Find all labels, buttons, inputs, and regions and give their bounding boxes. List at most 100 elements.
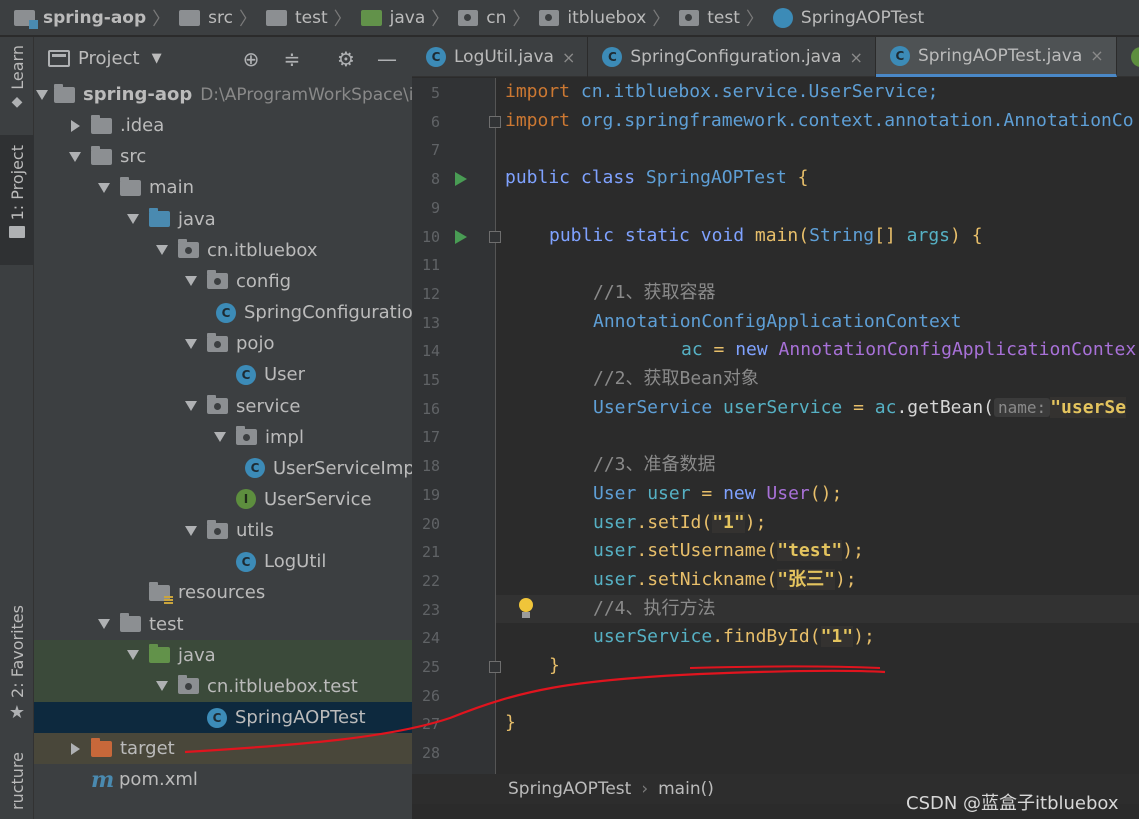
tree-node-cn-itbluebox[interactable]: cn.itbluebox bbox=[34, 235, 412, 266]
tree-node-java[interactable]: java bbox=[34, 639, 412, 671]
code-area[interactable]: import cn.itbluebox.service.UserService;… bbox=[505, 78, 1139, 783]
breadcrumb-item[interactable]: SpringAOPTest bbox=[772, 0, 924, 35]
chevron-right-icon bbox=[70, 119, 80, 132]
breadcrumb-item[interactable]: cn bbox=[458, 0, 507, 35]
tree-node-java[interactable]: java bbox=[34, 204, 412, 235]
class-name: AnnotationConfigApplicationContex bbox=[767, 339, 1137, 361]
expand-arrow[interactable] bbox=[181, 521, 201, 541]
expand-arrow[interactable] bbox=[36, 85, 48, 105]
chevron-down-icon bbox=[185, 401, 197, 411]
public-keyword: public bbox=[549, 224, 615, 246]
tree-node-label: pom.xml bbox=[119, 769, 198, 791]
breadcrumb-method[interactable]: main() bbox=[658, 779, 714, 799]
tree-node-src[interactable]: src bbox=[34, 141, 412, 172]
fold-marker-icon[interactable] bbox=[489, 115, 501, 128]
class-icon: C bbox=[245, 458, 265, 479]
expand-arrow[interactable] bbox=[94, 614, 114, 634]
tab-logutil-java[interactable]: C LogUtil.java × bbox=[412, 37, 589, 77]
tab-springaoptest-java[interactable]: C SpringAOPTest.java × bbox=[875, 37, 1117, 77]
breadcrumb-item[interactable]: src bbox=[179, 0, 233, 35]
tree-node-impl[interactable]: impl bbox=[34, 422, 412, 453]
tree-node-target[interactable]: target bbox=[34, 733, 412, 765]
expand-arrow[interactable] bbox=[181, 334, 201, 354]
tree-node-logutil[interactable]: C LogUtil bbox=[34, 546, 412, 577]
tree-node-main[interactable]: main bbox=[34, 172, 412, 203]
tab-springconfiguration-java[interactable]: C SpringConfiguration.java × bbox=[588, 37, 876, 77]
param-hint: name: bbox=[994, 397, 1051, 417]
breadcrumb-label: spring-aop bbox=[43, 7, 147, 28]
expand-arrow[interactable] bbox=[152, 676, 172, 696]
code-line: ac = new AnnotationConfigApplicationCont… bbox=[681, 336, 1136, 365]
project-tool-tab[interactable]: 1: Project bbox=[0, 135, 34, 265]
project-tab-label: 1: Project bbox=[7, 145, 27, 221]
tree-node-test[interactable]: test bbox=[34, 609, 412, 640]
tree-node-service[interactable]: service bbox=[34, 391, 412, 422]
class-icon: C bbox=[602, 47, 623, 67]
expand-arrow[interactable] bbox=[94, 178, 114, 198]
hide-panel-icon[interactable]: — bbox=[374, 46, 400, 72]
breadcrumb-class[interactable]: SpringAOPTest bbox=[508, 779, 631, 799]
learn-tool-tab[interactable]: Learn ◆ bbox=[0, 45, 34, 125]
tree-node-userservice[interactable]: I UserService bbox=[34, 484, 412, 515]
closing-brace: } bbox=[505, 712, 516, 734]
breadcrumb-item[interactable]: test bbox=[679, 0, 740, 35]
expand-arrow[interactable] bbox=[181, 271, 201, 291]
run-icon[interactable] bbox=[455, 172, 467, 187]
favorites-tool-tab[interactable]: 2: Favorites ★ bbox=[0, 605, 34, 730]
breadcrumb-label: cn bbox=[486, 7, 507, 28]
run-icon[interactable] bbox=[455, 229, 467, 244]
tree-node-pom-xml[interactable]: m pom.xml bbox=[34, 764, 412, 795]
folder-icon bbox=[91, 737, 112, 757]
tree-node-springconfiguration[interactable]: C SpringConfiguration bbox=[34, 297, 412, 328]
project-panel-title[interactable]: Project bbox=[78, 48, 140, 69]
tree-node-cn-itbluebox-test[interactable]: cn.itbluebox.test bbox=[34, 670, 412, 702]
tree-node-config[interactable]: config bbox=[34, 266, 412, 297]
test-source-folder-icon bbox=[360, 9, 382, 26]
tree-node-label: config bbox=[236, 270, 292, 292]
line-number: 21 bbox=[421, 543, 440, 562]
expand-arrow[interactable] bbox=[152, 240, 172, 260]
tree-node-label: spring-aop bbox=[83, 84, 193, 105]
breadcrumb-item[interactable]: test bbox=[265, 0, 328, 35]
chevron-right-icon: 〉 bbox=[152, 8, 171, 30]
package-dot bbox=[545, 13, 553, 21]
tree-node-spring-aop[interactable]: spring-aop D:\AProgramWorkSpace\idea\s bbox=[34, 79, 412, 110]
tab-overflow[interactable]: I bbox=[1117, 37, 1139, 77]
close-icon[interactable]: × bbox=[562, 48, 575, 67]
fold-marker-icon[interactable] bbox=[489, 230, 501, 243]
structure-tool-tab[interactable]: ructure bbox=[0, 752, 34, 819]
lightbulb-icon[interactable] bbox=[517, 597, 535, 620]
chevron-down-icon[interactable]: ▼ bbox=[152, 51, 162, 66]
expand-arrow[interactable] bbox=[65, 116, 85, 136]
expand-arrow[interactable] bbox=[123, 645, 143, 665]
tree-node--idea[interactable]: .idea bbox=[34, 110, 412, 141]
tree-node-label: cn.itbluebox bbox=[207, 239, 318, 261]
tree-node-userserviceimpl[interactable]: C UserServiceImpl bbox=[34, 453, 412, 484]
tree-node-springaoptest[interactable]: C SpringAOPTest bbox=[34, 702, 412, 733]
breadcrumb-item[interactable]: spring-aop bbox=[14, 0, 147, 35]
import-keyword: import bbox=[505, 109, 571, 131]
expand-arrow[interactable] bbox=[123, 209, 143, 229]
tree-node-user[interactable]: C User bbox=[34, 359, 412, 390]
close-icon[interactable]: × bbox=[1090, 46, 1103, 65]
param-name: args bbox=[895, 224, 951, 246]
expand-arrow[interactable] bbox=[181, 396, 201, 416]
line-number: 27 bbox=[421, 715, 440, 734]
chevron-down-icon bbox=[69, 151, 81, 162]
close-icon[interactable]: × bbox=[850, 48, 863, 67]
expand-arrow[interactable] bbox=[65, 147, 85, 167]
breadcrumb-item[interactable]: itbluebox bbox=[539, 0, 646, 35]
class-name: User bbox=[755, 482, 810, 504]
fold-marker-icon[interactable] bbox=[489, 661, 501, 673]
collapse-all-icon[interactable]: ≑ bbox=[279, 46, 305, 72]
expand-arrow[interactable] bbox=[65, 739, 85, 759]
import-path: org.springframework.context.annotation.A… bbox=[570, 109, 1134, 131]
breadcrumb-item[interactable]: java bbox=[360, 0, 425, 35]
tree-node-resources[interactable]: resources bbox=[34, 577, 412, 608]
expand-arrow[interactable] bbox=[210, 427, 230, 447]
locate-icon[interactable]: ⊕ bbox=[238, 46, 264, 72]
punct: (); bbox=[809, 482, 843, 504]
tree-node-utils[interactable]: utils bbox=[34, 515, 412, 546]
tree-node-pojo[interactable]: pojo bbox=[34, 328, 412, 359]
gear-icon[interactable]: ⚙ bbox=[333, 46, 359, 72]
